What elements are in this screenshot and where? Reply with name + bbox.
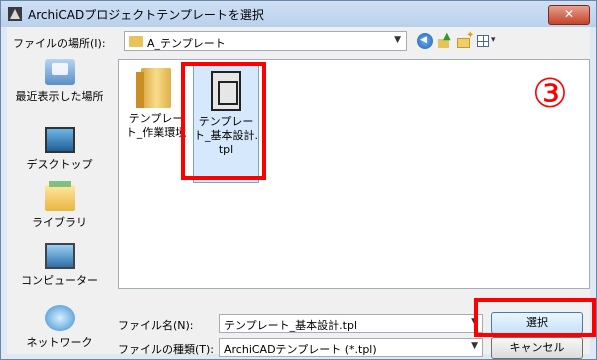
filetype-label: ファイルの種類(T): — [118, 343, 215, 356]
file-list[interactable]: テンプレー ト_作業環境 テンプレー ト_基本設計. tpl — [118, 59, 590, 289]
file-item-label-line: テンプレー — [128, 112, 184, 125]
file-item-label-line: tpl — [218, 143, 234, 156]
file-item-basic-design-tpl[interactable]: テンプレー ト_基本設計. tpl — [193, 64, 259, 183]
step-number-marker: ③ — [532, 71, 568, 117]
recent-places-icon — [44, 59, 75, 85]
new-folder-icon[interactable] — [457, 30, 474, 49]
look-in-value: A_テンプレート — [147, 37, 226, 50]
place-library-label: ライブラリ — [32, 216, 87, 229]
back-icon[interactable] — [417, 33, 433, 49]
library-icon — [44, 181, 75, 211]
filename-label: ファイル名(N): — [118, 319, 194, 332]
view-menu-icon[interactable] — [477, 33, 499, 49]
filetype-value: ArchiCADテンプレート (*.tpl) — [224, 343, 377, 356]
chevron-down-icon: ▼ — [471, 341, 478, 351]
file-item-label-line: ト_基本設計. — [194, 129, 258, 142]
filetype-select[interactable]: ArchiCADテンプレート (*.tpl) ▼ — [219, 338, 483, 357]
file-open-dialog: ArchiCADプロジェクトテンプレートを選択 ✕ ファイルの場所(I): A_… — [0, 0, 597, 360]
cancel-button[interactable]: キャンセル — [491, 337, 583, 359]
title-bar: ArchiCADプロジェクトテンプレートを選択 ✕ — [1, 1, 596, 27]
folder-icon — [129, 36, 143, 47]
template-file-icon — [211, 71, 241, 111]
window-title: ArchiCADプロジェクトテンプレートを選択 — [28, 8, 264, 22]
place-library[interactable]: ライブラリ — [7, 181, 112, 230]
file-item-label-line: テンプレー — [198, 115, 254, 128]
dialog-body: ファイルの場所(I): A_テンプレート ▼ 最近表示した場所 デスクトップ ラ… — [7, 27, 590, 359]
place-computer[interactable]: コンピューター — [7, 243, 112, 288]
chevron-down-icon: ▼ — [471, 317, 478, 327]
file-item-label-line: ト_作業環境 — [125, 126, 187, 139]
look-in-combobox[interactable]: A_テンプレート ▼ — [124, 31, 407, 51]
place-recent-label: 最近表示した場所 — [15, 90, 104, 103]
place-network-label: ネットワーク — [26, 336, 93, 349]
place-recent[interactable]: 最近表示した場所 — [7, 59, 112, 104]
up-folder-icon[interactable] — [437, 31, 453, 49]
look-in-label: ファイルの場所(I): — [13, 37, 106, 50]
chevron-down-icon: ▼ — [394, 35, 401, 45]
close-button[interactable]: ✕ — [548, 5, 590, 25]
desktop-icon — [44, 127, 75, 153]
place-computer-label: コンピューター — [21, 274, 98, 287]
network-icon — [44, 305, 75, 331]
place-desktop-label: デスクトップ — [26, 158, 93, 171]
folder-icon — [136, 68, 171, 108]
computer-icon — [44, 243, 75, 269]
filename-input[interactable]: テンプレート_基本設計.tpl ▼ — [219, 314, 483, 333]
place-network[interactable]: ネットワーク — [7, 305, 112, 350]
place-desktop[interactable]: デスクトップ — [7, 127, 112, 172]
archicad-app-icon — [8, 7, 22, 21]
select-button[interactable]: 選択 — [491, 312, 583, 334]
file-item-work-env-folder[interactable]: テンプレー ト_作業環境 — [123, 60, 189, 140]
filename-value: テンプレート_基本設計.tpl — [224, 319, 358, 332]
places-bar: 最近表示した場所 デスクトップ ライブラリ コンピューター ネットワーク — [7, 59, 112, 353]
